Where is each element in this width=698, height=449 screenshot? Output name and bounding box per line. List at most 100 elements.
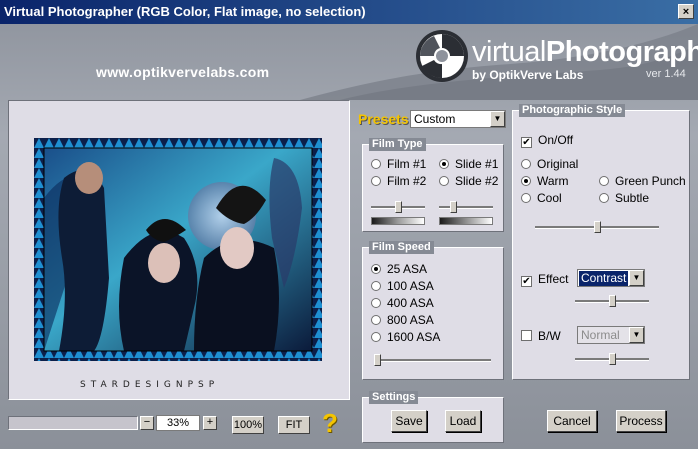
presets-dropdown[interactable]: Custom ▼ bbox=[410, 110, 506, 128]
radio-label: 1600 ASA bbox=[387, 330, 441, 344]
presets-value: Custom bbox=[414, 112, 456, 126]
zoom-out-button[interactable]: − bbox=[140, 416, 154, 430]
brand-name: virtualPhotographer bbox=[472, 36, 698, 69]
radio-dot[interactable] bbox=[521, 193, 531, 203]
slider-thumb[interactable] bbox=[594, 221, 601, 233]
style-strength-slider[interactable] bbox=[535, 221, 659, 233]
tone-gradient-bar bbox=[439, 217, 493, 225]
tone-gradient-bar bbox=[371, 217, 425, 225]
radio-dot[interactable] bbox=[599, 176, 609, 186]
radio-label: 25 ASA bbox=[387, 262, 428, 276]
film-slider-1[interactable] bbox=[371, 201, 425, 213]
checkbox-label: Effect bbox=[538, 272, 569, 286]
brand-photographer: Photographer bbox=[545, 36, 698, 68]
film-type-title: Film Type bbox=[369, 138, 426, 151]
process-button[interactable]: Process bbox=[616, 410, 666, 432]
zoom-in-button[interactable]: + bbox=[203, 416, 217, 430]
radio-dot[interactable] bbox=[371, 264, 381, 274]
radio-dot[interactable] bbox=[439, 176, 449, 186]
lens-logo-icon bbox=[416, 30, 468, 82]
byline: by OptikVerve Labs bbox=[472, 68, 584, 82]
radio-label: Slide #2 bbox=[455, 174, 499, 188]
save-button[interactable]: Save bbox=[391, 410, 427, 432]
radio-film-1[interactable]: Film #1 bbox=[371, 157, 426, 171]
radio-original[interactable]: Original bbox=[521, 157, 578, 171]
film-speed-slider[interactable] bbox=[374, 354, 491, 366]
radio-slide-2[interactable]: Slide #2 bbox=[439, 174, 498, 188]
effect-checkbox[interactable]: ✔ Effect bbox=[521, 272, 568, 287]
radio-25-asa[interactable]: 25 ASA bbox=[371, 262, 427, 276]
radio-warm[interactable]: Warm bbox=[521, 174, 569, 188]
radio-label: Cool bbox=[537, 191, 562, 205]
slider-thumb[interactable] bbox=[609, 295, 616, 307]
slider-thumb[interactable] bbox=[374, 354, 382, 366]
effect-dropdown[interactable]: Contrast ▼ bbox=[577, 269, 645, 287]
radio-dot[interactable] bbox=[371, 281, 381, 291]
radio-label: 100 ASA bbox=[387, 279, 434, 293]
close-button[interactable]: × bbox=[678, 4, 694, 19]
radio-dot[interactable] bbox=[371, 159, 381, 169]
help-icon[interactable]: ? bbox=[322, 408, 338, 439]
radio-100-asa[interactable]: 100 ASA bbox=[371, 279, 434, 293]
zoom-100-button[interactable]: 100% bbox=[232, 416, 264, 434]
slider-track bbox=[375, 359, 491, 362]
zoom-level-field[interactable]: 33% bbox=[156, 415, 200, 431]
bw-dropdown[interactable]: Normal ▼ bbox=[577, 326, 645, 344]
zoom-fit-button[interactable]: FIT bbox=[278, 416, 310, 434]
radio-dot[interactable] bbox=[521, 176, 531, 186]
slider-track bbox=[439, 206, 493, 209]
bw-value: Normal bbox=[581, 328, 620, 342]
brand-virtual: virtual bbox=[472, 36, 546, 68]
radio-800-asa[interactable]: 800 ASA bbox=[371, 313, 434, 327]
settings-group: Settings bbox=[362, 391, 504, 443]
effect-value: Contrast bbox=[579, 271, 629, 286]
radio-cool[interactable]: Cool bbox=[521, 191, 562, 205]
chevron-down-icon[interactable]: ▼ bbox=[490, 111, 505, 127]
radio-label: Slide #1 bbox=[455, 157, 499, 171]
radio-label: Original bbox=[537, 157, 579, 171]
website-link[interactable]: www.optikvervelabs.com bbox=[96, 64, 269, 80]
load-button[interactable]: Load bbox=[445, 410, 481, 432]
radio-dot[interactable] bbox=[371, 332, 381, 342]
chevron-down-icon[interactable]: ▼ bbox=[629, 270, 644, 286]
radio-1600-asa[interactable]: 1600 ASA bbox=[371, 330, 440, 344]
preview-watermark: STARDESIGNPSP bbox=[80, 380, 220, 390]
presets-label: Presets bbox=[358, 111, 409, 127]
radio-label: Film #1 bbox=[387, 157, 427, 171]
radio-dot[interactable] bbox=[371, 298, 381, 308]
slider-thumb[interactable] bbox=[395, 201, 402, 213]
window-title: Virtual Photographer (RGB Color, Flat im… bbox=[4, 4, 366, 19]
radio-dot[interactable] bbox=[371, 315, 381, 325]
radio-dot[interactable] bbox=[521, 159, 531, 169]
radio-green-punch[interactable]: Green Punch bbox=[599, 174, 686, 188]
checkbox-label: On/Off bbox=[538, 133, 574, 147]
checkbox-label: B/W bbox=[538, 329, 561, 343]
slider-thumb[interactable] bbox=[449, 201, 457, 213]
slider-thumb[interactable] bbox=[609, 353, 616, 365]
radio-400-asa[interactable]: 400 ASA bbox=[371, 296, 434, 310]
checkbox-box[interactable]: ✔ bbox=[521, 276, 532, 287]
cancel-button[interactable]: Cancel bbox=[547, 410, 597, 432]
preview-image[interactable] bbox=[34, 138, 322, 361]
film-slider-2[interactable] bbox=[439, 201, 493, 213]
radio-label: Green Punch bbox=[615, 174, 686, 188]
radio-label: Warm bbox=[537, 174, 569, 188]
virtual-photographer-window: Virtual Photographer (RGB Color, Flat im… bbox=[0, 0, 698, 449]
radio-label: Film #2 bbox=[387, 174, 427, 188]
checkbox-box[interactable] bbox=[521, 330, 532, 341]
radio-film-2[interactable]: Film #2 bbox=[371, 174, 426, 188]
photographic-style-title: Photographic Style bbox=[519, 104, 626, 117]
radio-dot[interactable] bbox=[599, 193, 609, 203]
onoff-checkbox[interactable]: ✔ On/Off bbox=[521, 133, 573, 148]
effect-slider[interactable] bbox=[575, 295, 649, 307]
radio-dot[interactable] bbox=[371, 176, 381, 186]
bw-checkbox[interactable]: B/W bbox=[521, 329, 561, 343]
chevron-down-icon[interactable]: ▼ bbox=[629, 327, 644, 343]
radio-dot[interactable] bbox=[439, 159, 449, 169]
radio-subtle[interactable]: Subtle bbox=[599, 191, 649, 205]
version-label: ver 1.44 bbox=[646, 68, 686, 80]
bw-slider[interactable] bbox=[575, 353, 649, 365]
radio-slide-1[interactable]: Slide #1 bbox=[439, 157, 498, 171]
checkbox-box[interactable]: ✔ bbox=[521, 137, 532, 148]
radio-label: 800 ASA bbox=[387, 313, 434, 327]
